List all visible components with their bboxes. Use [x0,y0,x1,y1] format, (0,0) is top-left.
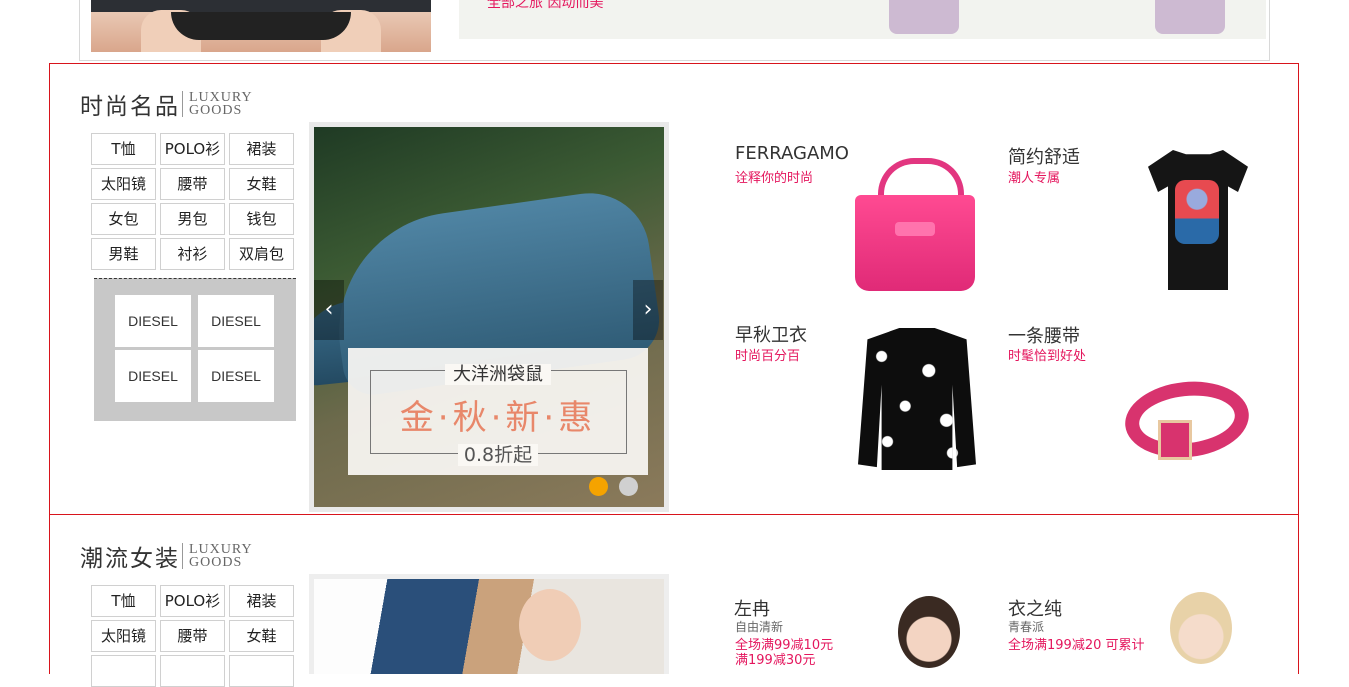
product-subtitle: 诠释你的时尚 [735,171,814,186]
carousel-next-icon[interactable]: › [633,280,663,340]
section-subtitle-line2: GOODS [189,103,243,118]
brand-logo-panel: DIESEL DIESEL DIESEL DIESEL [94,278,296,421]
slide-brand-text: 大洋洲袋鼠 [445,364,551,385]
category-tag[interactable]: POLO衫 [160,133,225,165]
product-title[interactable]: 早秋卫衣 [735,321,807,347]
category-tag[interactable]: 男鞋 [91,238,156,270]
category-tag[interactable] [229,655,294,687]
category-tag[interactable]: 腰带 [160,620,225,652]
category-tag[interactable]: 太阳镜 [91,168,156,200]
category-tag[interactable] [160,655,225,687]
category-tag[interactable]: 太阳镜 [91,620,156,652]
category-tag[interactable]: 双肩包 [229,238,294,270]
product-subtitle: 时尚百分百 [735,349,801,364]
handbag-image[interactable] [855,195,975,291]
category-tag[interactable]: 裙装 [229,585,294,617]
carousel-dot[interactable] [619,477,638,496]
handbag-bow [895,222,935,236]
section-subtitle: LUXURY GOODS [182,543,253,570]
carousel-slide[interactable]: 大洋洲袋鼠 金·秋·新·惠 0.8折起 ‹ › [314,127,664,507]
product-title[interactable]: 简约舒适 [1008,143,1080,169]
carousel-dot-active[interactable] [589,477,608,496]
category-tag[interactable]: 女鞋 [229,168,294,200]
brand-logo[interactable]: DIESEL [198,350,274,402]
product-title[interactable]: FERRAGAMO [735,143,849,164]
brand-logo[interactable]: DIESEL [198,295,274,347]
product-subtitle: 时髦恰到好处 [1008,349,1087,364]
model-image[interactable] [898,596,960,668]
product-subtitle: 潮人专属 [1008,171,1061,186]
section-subtitle: LUXURY GOODS [182,91,253,118]
category-tag[interactable]: 女鞋 [229,620,294,652]
brand-logo[interactable]: DIESEL [115,350,191,402]
slide-headline: 金·秋·新·惠 [399,398,597,438]
category-tag[interactable]: 男包 [160,203,225,235]
slide-caption: 大洋洲袋鼠 金·秋·新·惠 0.8折起 [348,348,648,475]
product-tagline: 青春派 [1008,620,1045,634]
tshirt-print [1175,180,1219,244]
category-tag[interactable]: 女包 [91,203,156,235]
top-banner-text: 全部之旅 因动而美 [487,0,604,11]
carousel-slide[interactable] [314,579,664,674]
category-tag[interactable]: 裙装 [229,133,294,165]
model-image [519,589,581,661]
category-tag[interactable]: 衬衫 [160,238,225,270]
category-tag[interactable]: 钱包 [229,203,294,235]
top-promo-image[interactable] [91,0,431,52]
product-promo: 满199减30元 [735,653,816,668]
top-photo-skirt [171,12,351,40]
carousel-prev-icon[interactable]: ‹ [314,280,344,340]
category-tag[interactable]: T恤 [91,133,156,165]
brand-logo[interactable]: DIESEL [115,295,191,347]
top-banner-product [889,0,959,34]
category-tag[interactable]: T恤 [91,585,156,617]
slide-brand: 大洋洲袋鼠 [348,360,648,386]
section-title: 潮流女装 [80,546,180,572]
category-tag[interactable]: 腰带 [160,168,225,200]
slide-discount-text: 0.8折起 [457,444,539,466]
section-subtitle-line2: GOODS [189,555,243,570]
model-image[interactable] [1170,592,1232,664]
category-tag[interactable] [91,655,156,687]
top-banner-product [1155,0,1225,34]
slide-discount: 0.8折起 [348,440,648,467]
belt-buckle [1158,420,1192,460]
category-tag[interactable]: POLO衫 [160,585,225,617]
section-title: 时尚名品 [80,94,180,120]
product-tagline: 自由清新 [735,620,784,634]
sweater-image[interactable] [858,328,976,470]
product-promo: 全场满199减20 可累计 [1008,638,1145,653]
